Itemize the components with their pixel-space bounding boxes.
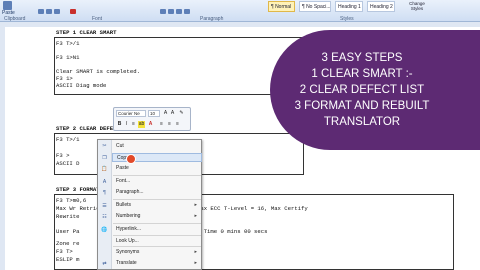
paste-icon[interactable] [3,1,12,10]
mini-font-color-button[interactable]: A [147,121,154,128]
callout-line: 3 FORMAT AND REBUILT [294,100,430,112]
copy-icon: ❐ [102,155,107,161]
format-painter-icon[interactable]: ✎ [178,110,185,117]
menu-separator [113,199,201,200]
mini-increase-indent-button[interactable]: ≡ [166,121,173,128]
menu-item-font[interactable]: Font... [112,177,202,186]
callout-text: 3 EASY STEPS 1 CLEAR SMART :- 2 CLEAR DE… [262,50,462,130]
menu-item-look-up[interactable]: Look Up... [112,237,202,246]
submenu-arrow-icon: ▸ [194,202,197,208]
menu-item-cut[interactable]: Cut [112,142,202,151]
paragraph-icon: ¶ [103,190,106,196]
change-styles-button[interactable]: Change Styles [406,1,428,11]
step3-line: F3 T> [56,248,73,255]
shrink-font-icon[interactable]: A [169,110,176,117]
underline-icon[interactable] [54,9,60,14]
menu-item-paragraph[interactable]: Paragraph... [112,188,202,197]
ribbon: Paste Clipboard Font Paragraph ¶ Normal … [0,0,480,22]
step1-line: F3 T>/1 [56,40,80,47]
numbering-icon: ☷ [102,214,107,220]
context-menu: ✂ Cut ❐ Copy 📋 Paste A Font... ¶ Paragra… [97,139,202,270]
callout-line: TRANSLATOR [323,116,401,128]
font-icon: A [102,179,107,185]
style-normal[interactable]: ¶ Normal [268,1,295,12]
cut-icon: ✂ [102,143,107,149]
step1-line: F3 1>N1 [56,54,80,61]
step3-line: F3 T>m0,6 [56,197,87,204]
bullets-icon: ☰ [102,203,107,209]
callout-line: 2 CLEAR DEFECT LIST [299,84,425,96]
step1-title: STEP 1 CLEAR SMART [56,29,117,36]
menu-separator [113,235,201,236]
step2-line: F3 T>/1 [56,136,80,143]
mini-toolbar: Courier Ne 10 A A ✎ B I ≡ ab A ≡ ≡ ≡ [113,107,191,131]
style-no-spacing[interactable]: ¶ No Spaci... [299,1,331,12]
grow-font-icon[interactable]: A [162,110,169,117]
menu-item-synonyms[interactable]: Synonyms [112,248,202,257]
font-name-field[interactable]: Courier Ne [116,110,146,117]
menu-item-translate[interactable]: Translate [112,259,202,268]
menu-item-numbering[interactable]: Numbering [112,212,202,221]
mini-decrease-indent-button[interactable]: ≡ [158,121,165,128]
align-right-icon[interactable] [176,9,182,14]
step1-line: F3 1> [56,75,73,82]
font-color-icon[interactable] [70,9,76,14]
italic-icon[interactable] [46,9,52,14]
menu-item-bullets[interactable]: Bullets [112,201,202,210]
mini-italic-button[interactable]: I [123,121,130,128]
mouse-cursor-highlight [126,154,136,164]
font-size-field[interactable]: 10 [148,110,160,117]
menu-separator [113,246,201,247]
submenu-arrow-icon: ▸ [194,213,197,219]
step2-line: F3 > [56,152,70,159]
submenu-arrow-icon: ▸ [194,249,197,255]
paste-menu-icon: 📋 [101,166,108,172]
step3-line: Rewrite [56,213,80,220]
align-left-icon[interactable] [160,9,166,14]
menu-separator [113,175,201,176]
bold-icon[interactable] [38,9,44,14]
menu-item-hyperlink[interactable]: Hyperlink... [112,225,202,234]
callout-line: 3 EASY STEPS [321,52,403,64]
hyperlink-icon: 🌐 [101,227,108,233]
menu-item-paste[interactable]: Paste [112,164,202,173]
mini-bold-button[interactable]: B [116,121,123,128]
style-heading-2[interactable]: Heading 2 [367,1,395,12]
translate-icon: ⇄ [102,261,107,267]
callout-line: 1 CLEAR SMART :- [311,68,413,80]
menu-separator [113,223,201,224]
mini-bullets-button[interactable]: ≡ [174,121,181,128]
step3-line: ESLIP m [56,256,80,263]
step1-line: ASCII Diag mode [56,82,107,89]
step1-line: Clear SMART is completed. [56,68,140,75]
mini-highlight-button[interactable]: ab [138,121,145,128]
submenu-arrow-icon: ▸ [194,260,197,266]
step3-line: Zone re [56,240,80,247]
step2-line: ASCII D [56,160,80,167]
style-heading-1[interactable]: Heading 1 [335,1,363,12]
justify-icon[interactable] [184,9,190,14]
align-center-icon[interactable] [168,9,174,14]
mini-center-button[interactable]: ≡ [130,121,137,128]
